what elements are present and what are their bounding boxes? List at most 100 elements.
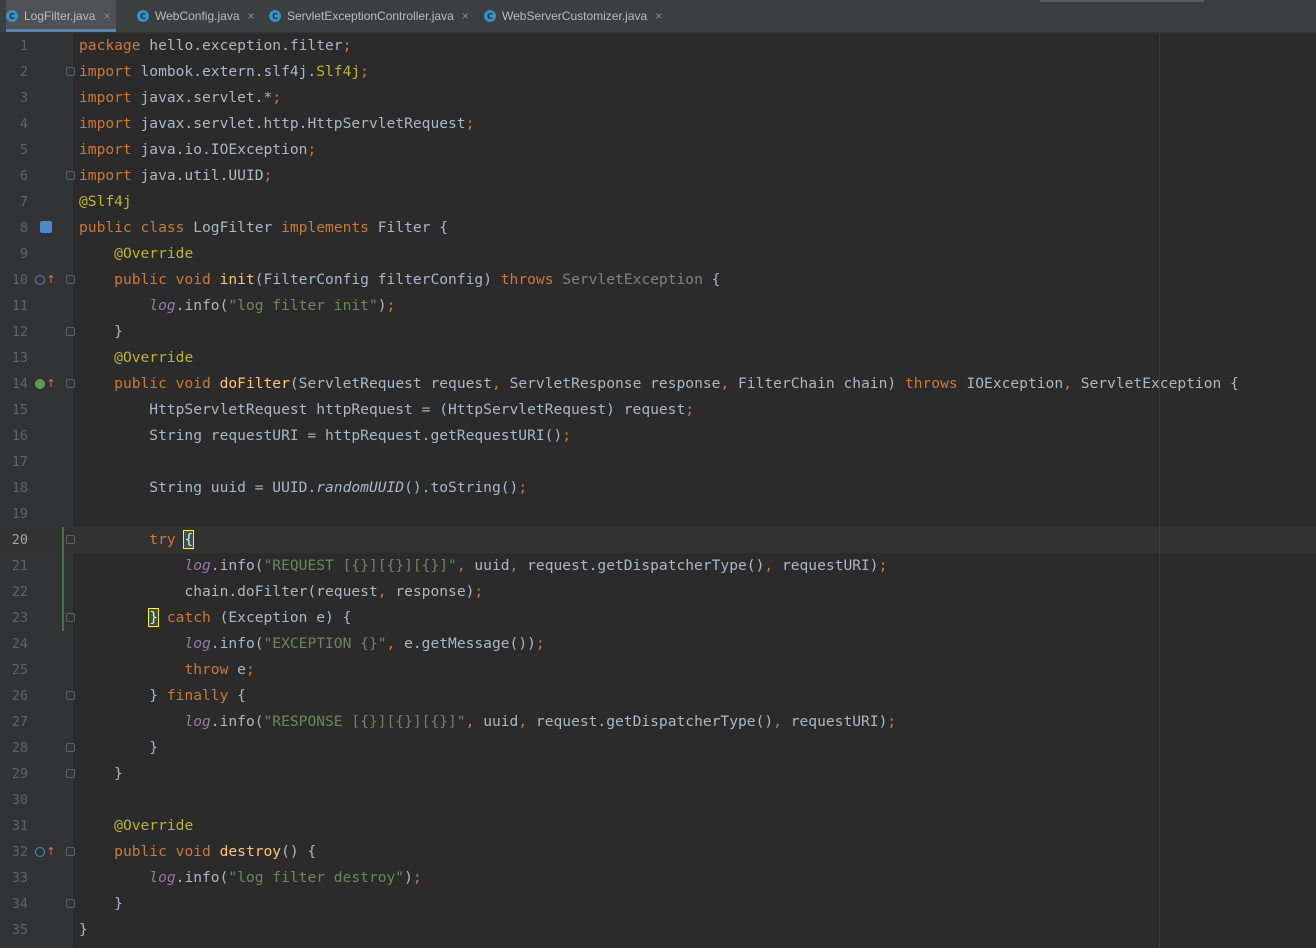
fold-toggle-icon[interactable] [66, 379, 75, 388]
close-icon[interactable]: × [248, 9, 255, 23]
implemented-by-icon[interactable] [40, 221, 52, 233]
code-text[interactable]: public void destroy() { [79, 839, 316, 865]
code-line[interactable]: 30 [0, 787, 1316, 813]
code-token: ; [307, 141, 317, 158]
code-line[interactable]: 33 log.info("log filter destroy"); [0, 865, 1316, 891]
code-text[interactable]: } catch (Exception e) { [79, 605, 351, 631]
code-text[interactable]: log.info("REQUEST [{}][{}][{}]", uuid, r… [79, 553, 887, 579]
code-text[interactable]: log.info("log filter destroy"); [79, 865, 421, 891]
code-text[interactable]: log.info("log filter init"); [79, 293, 395, 319]
code-line[interactable]: 23 } catch (Exception e) { [0, 605, 1316, 631]
code-line[interactable]: 21 log.info("REQUEST [{}][{}][{}]", uuid… [0, 553, 1316, 579]
fold-toggle-icon[interactable] [66, 275, 75, 284]
code-line[interactable]: 8 public class LogFilter implements Filte… [0, 215, 1316, 241]
close-icon[interactable]: × [462, 9, 469, 23]
fold-toggle-icon[interactable] [66, 327, 75, 336]
code-token: , [456, 557, 475, 574]
implement-up-icon[interactable] [35, 379, 45, 389]
code-text[interactable]: String requestURI = httpRequest.getReque… [79, 423, 571, 449]
code-line[interactable]: 35} [0, 917, 1316, 943]
code-text[interactable]: } [79, 735, 158, 761]
fold-toggle-icon[interactable] [66, 171, 75, 180]
code-line[interactable]: 19 [0, 501, 1316, 527]
code-text[interactable]: log.info("EXCEPTION {}", e.getMessage())… [79, 631, 544, 657]
code-line[interactable]: 15 HttpServletRequest httpRequest = (Htt… [0, 397, 1316, 423]
code-text[interactable]: public class LogFilter implements Filter… [79, 215, 448, 241]
code-text[interactable]: } [79, 761, 123, 787]
code-line[interactable]: 7 @Slf4j [0, 189, 1316, 215]
code-text[interactable]: } finally { [79, 683, 246, 709]
fold-toggle-icon[interactable] [66, 613, 75, 622]
close-icon[interactable]: × [655, 9, 662, 23]
tab-webconfig[interactable]: C WebConfig.java × [137, 0, 261, 32]
code-text[interactable]: package hello.exception.filter; [79, 33, 351, 59]
code-line[interactable]: 17 [0, 449, 1316, 475]
close-icon[interactable]: × [103, 9, 110, 23]
fold-toggle-icon[interactable] [66, 847, 75, 856]
line-number: 21 [11, 558, 28, 574]
code-text[interactable]: import lombok.extern.slf4j.Slf4j; [79, 59, 369, 85]
go-to-super-arrow-icon[interactable]: ↑ [45, 846, 57, 858]
code-line[interactable]: 5 import java.io.IOException; [0, 137, 1316, 163]
code-line[interactable]: 31 @Override [0, 813, 1316, 839]
code-line[interactable]: 12 } [0, 319, 1316, 345]
code-text[interactable]: @Override [79, 241, 193, 267]
go-to-super-arrow-icon[interactable]: ↑ [45, 274, 57, 286]
code-line[interactable]: 16 String requestURI = httpRequest.getRe… [0, 423, 1316, 449]
code-line[interactable]: 4 import javax.servlet.http.HttpServletRe… [0, 111, 1316, 137]
code-line[interactable]: 10 ↑ public void init(FilterConfig filter… [0, 267, 1316, 293]
code-text[interactable]: } [79, 319, 123, 345]
code-line[interactable]: 25 throw e; [0, 657, 1316, 683]
code-line[interactable]: 1 package hello.exception.filter; [0, 33, 1316, 59]
code-line[interactable]: 3 import javax.servlet.*; [0, 85, 1316, 111]
code-text[interactable]: chain.doFilter(request, response); [79, 579, 483, 605]
code-line[interactable]: 34 } [0, 891, 1316, 917]
code-line[interactable]: 24 log.info("EXCEPTION {}", e.getMessage… [0, 631, 1316, 657]
code-text[interactable]: import javax.servlet.*; [79, 85, 281, 111]
code-text[interactable]: import java.util.UUID; [79, 163, 272, 189]
code-line[interactable]: 11 log.info("log filter init"); [0, 293, 1316, 319]
go-to-super-arrow-icon[interactable]: ↑ [45, 378, 57, 390]
tab-logfilter[interactable]: C LogFilter.java × [6, 0, 117, 32]
code-text[interactable]: @Override [79, 813, 193, 839]
tab-servletexceptioncontroller[interactable]: C ServletExceptionController.java × [269, 0, 475, 32]
override-up-icon[interactable] [35, 847, 45, 857]
code-text[interactable]: try { [79, 527, 195, 553]
code-line[interactable]: 28 } [0, 735, 1316, 761]
fold-toggle-icon[interactable] [66, 769, 75, 778]
code-text[interactable]: } [79, 891, 123, 917]
code-text[interactable]: public void doFilter(ServletRequest requ… [79, 371, 1239, 397]
line-number: 4 [19, 116, 28, 132]
code-line[interactable]: 29 } [0, 761, 1316, 787]
code-line[interactable]: 2 import lombok.extern.slf4j.Slf4j; [0, 59, 1316, 85]
code-text[interactable]: import java.io.IOException; [79, 137, 316, 163]
code-line[interactable]: 9 @Override [0, 241, 1316, 267]
override-up-icon[interactable] [35, 275, 45, 285]
code-text[interactable]: @Override [79, 345, 193, 371]
code-text[interactable]: String uuid = UUID.randomUUID().toString… [79, 475, 527, 501]
code-line[interactable]: 6 import java.util.UUID; [0, 163, 1316, 189]
code-line[interactable]: 14 ↑ public void doFilter(ServletRequest … [0, 371, 1316, 397]
code-token: log [184, 557, 211, 574]
code-line[interactable]: 27 log.info("RESPONSE [{}][{}][{}]", uui… [0, 709, 1316, 735]
fold-toggle-icon[interactable] [66, 743, 75, 752]
code-text[interactable]: log.info("RESPONSE [{}][{}][{}]", uuid, … [79, 709, 896, 735]
code-line[interactable]: 20 try { [0, 527, 1316, 553]
code-line[interactable]: 13 @Override [0, 345, 1316, 371]
code-text[interactable]: throw e; [79, 657, 254, 683]
fold-toggle-icon[interactable] [66, 899, 75, 908]
code-line[interactable]: 22 chain.doFilter(request, response); [0, 579, 1316, 605]
code-text[interactable]: @Slf4j [79, 189, 132, 215]
code-line[interactable]: 18 String uuid = UUID.randomUUID().toStr… [0, 475, 1316, 501]
code-text[interactable]: public void init(FilterConfig filterConf… [79, 267, 720, 293]
code-line[interactable]: 32 ↑ public void destroy() { [0, 839, 1316, 865]
code-text[interactable]: } [79, 917, 88, 943]
tab-webservercustomizer[interactable]: C WebServerCustomizer.java × [484, 0, 668, 32]
fold-toggle-icon[interactable] [66, 691, 75, 700]
fold-toggle-icon[interactable] [66, 67, 75, 76]
code-line[interactable]: 26 } finally { [0, 683, 1316, 709]
code-text[interactable]: import javax.servlet.http.HttpServletReq… [79, 111, 474, 137]
fold-toggle-icon[interactable] [66, 535, 75, 544]
code-text[interactable]: HttpServletRequest httpRequest = (HttpSe… [79, 397, 694, 423]
